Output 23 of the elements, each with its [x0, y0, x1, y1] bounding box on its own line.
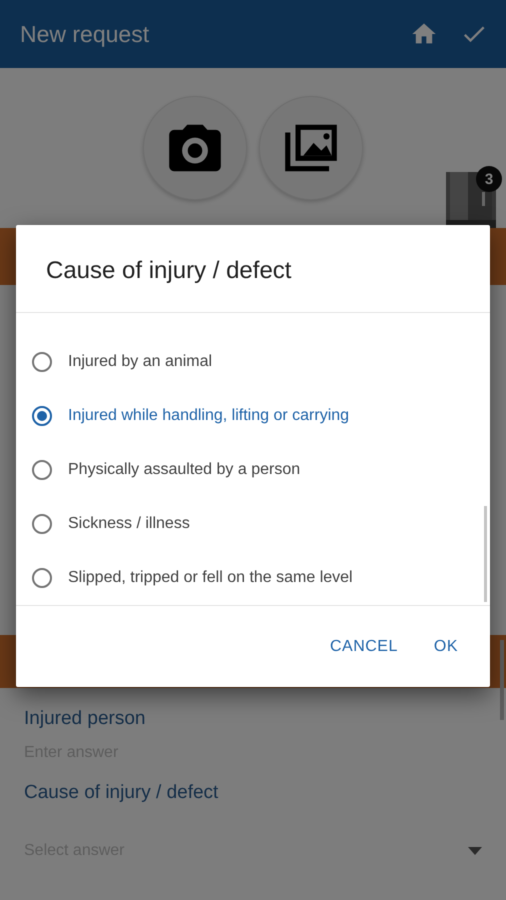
radio-button[interactable]	[32, 352, 52, 372]
cancel-button[interactable]: CANCEL	[318, 630, 410, 664]
caret-icon	[468, 847, 482, 855]
field-label: Injured person	[24, 707, 146, 730]
option-label: Injured by an animal	[68, 353, 212, 371]
photo-count-badge: 3	[476, 166, 502, 192]
radio-button[interactable]	[32, 406, 52, 426]
option-label: Physically assaulted by a person	[68, 461, 300, 479]
ok-button[interactable]: OK	[422, 630, 470, 664]
dialog-title: Cause of injury / defect	[45, 256, 292, 286]
radio-option[interactable]: Sickness / illness	[16, 497, 490, 551]
radio-option[interactable]: Injured by an animal	[16, 335, 490, 389]
radio-button[interactable]	[32, 514, 52, 534]
radio-option[interactable]: Physically assaulted by a person	[16, 443, 490, 497]
radio-button[interactable]	[32, 568, 52, 588]
screen-title: New request	[20, 20, 150, 48]
field-label: Cause of injury / defect	[24, 781, 220, 804]
radio-button[interactable]	[32, 460, 52, 480]
radio-option[interactable]: Injured while handling, lifting or carrying	[16, 389, 490, 443]
option-label: Injured while handling, lifting or carrying	[68, 407, 350, 425]
radio-option[interactable]: Slipped, tripped or fell on the same level	[16, 551, 490, 605]
option-label: Sickness / illness	[68, 515, 190, 533]
option-label: Slipped, tripped or fell on the same level	[68, 569, 353, 587]
